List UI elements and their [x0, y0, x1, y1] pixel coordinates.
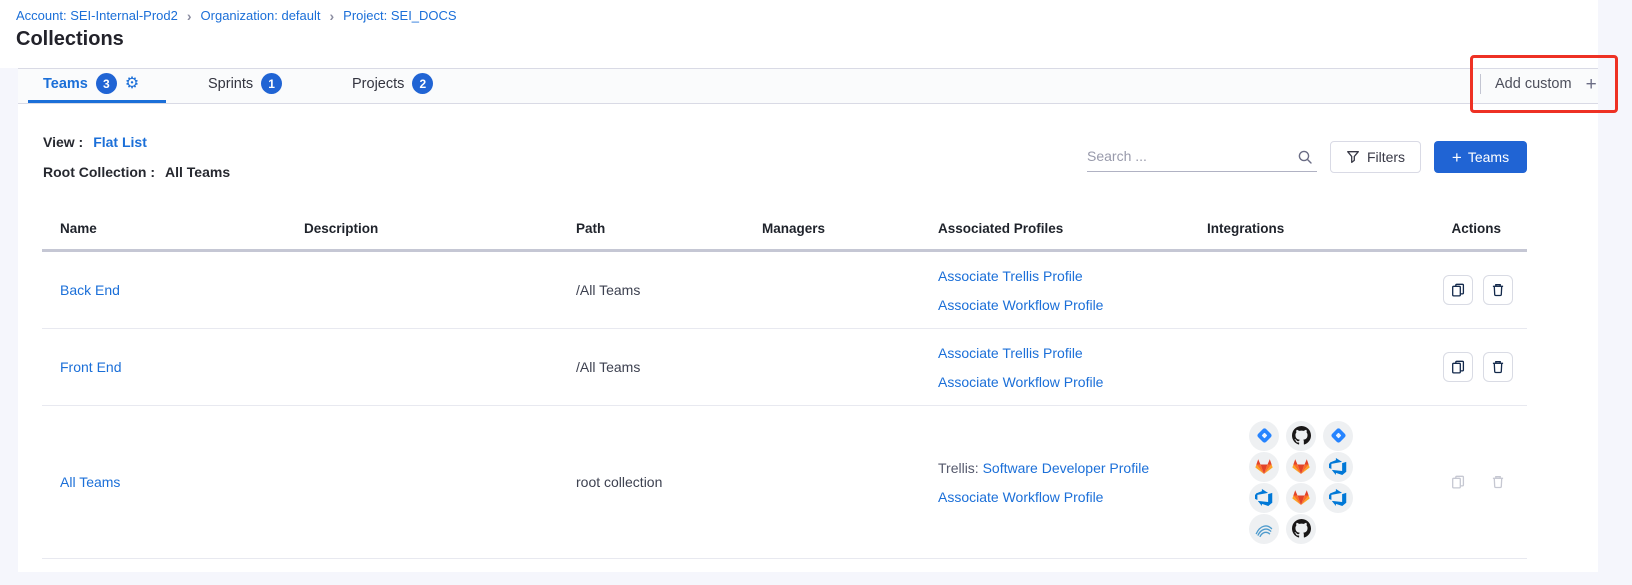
cell-path: /All Teams: [576, 252, 762, 329]
vertical-divider: [1480, 74, 1481, 94]
copy-button[interactable]: [1443, 275, 1473, 305]
tab-sprints[interactable]: Sprints 1: [208, 73, 282, 94]
delete-button[interactable]: [1483, 275, 1513, 305]
plus-icon: +: [1452, 149, 1462, 166]
cell-associated-profiles: Associate Trellis Profile Associate Work…: [938, 329, 1207, 406]
tab-projects-count-badge: 2: [412, 73, 433, 94]
breadcrumb-organization-link[interactable]: Organization: default: [201, 8, 321, 23]
azure-devops-icon: [1249, 483, 1279, 513]
cell-actions: [1437, 329, 1527, 406]
column-header-integrations: Integrations: [1207, 208, 1437, 252]
tab-projects[interactable]: Projects 2: [352, 73, 433, 94]
column-header-path: Path: [576, 208, 762, 252]
search-input[interactable]: [1087, 142, 1287, 170]
azure-devops-icon: [1323, 483, 1353, 513]
tab-teams-count-badge: 3: [96, 73, 117, 94]
root-collection-value: All Teams: [165, 164, 230, 180]
cell-associated-profiles: Trellis: Software Developer Profile Asso…: [938, 406, 1207, 559]
jira-icon: [1249, 421, 1279, 451]
collection-link-back-end[interactable]: Back End: [60, 282, 120, 298]
breadcrumb-separator: ›: [187, 9, 192, 23]
collection-link-all-teams[interactable]: All Teams: [60, 474, 120, 490]
tab-sprints-count-badge: 1: [261, 73, 282, 94]
collection-link-front-end[interactable]: Front End: [60, 359, 121, 375]
breadcrumb-separator: ›: [330, 9, 335, 23]
cell-description: [304, 252, 576, 329]
gitlab-icon: [1249, 452, 1279, 482]
associate-trellis-profile-link[interactable]: Associate Trellis Profile: [938, 268, 1083, 284]
breadcrumb-account-link[interactable]: Account: SEI-Internal-Prod2: [16, 8, 178, 23]
cell-integrations: [1207, 252, 1437, 329]
search-field: [1087, 142, 1317, 172]
add-teams-button[interactable]: + Teams: [1434, 141, 1527, 173]
tab-sprints-label: Sprints: [208, 76, 253, 92]
filters-button-label: Filters: [1367, 149, 1405, 165]
delete-button-disabled: [1483, 467, 1513, 497]
tab-teams-label: Teams: [43, 76, 88, 92]
jira-icon: [1323, 421, 1353, 451]
github-icon: [1286, 421, 1316, 451]
cell-managers: [762, 252, 938, 329]
view-label: View :: [43, 134, 83, 150]
gitlab-icon: [1286, 483, 1316, 513]
column-header-associated-profiles: Associated Profiles: [938, 208, 1207, 252]
plus-icon: +: [1586, 75, 1597, 94]
breadcrumb: Account: SEI-Internal-Prod2 › Organizati…: [16, 8, 457, 23]
column-header-name: Name: [42, 208, 304, 252]
cell-integrations: [1207, 329, 1437, 406]
filters-button[interactable]: Filters: [1330, 141, 1421, 173]
cell-name: Front End: [42, 329, 304, 406]
cell-actions: [1437, 252, 1527, 329]
cell-path: root collection: [576, 406, 762, 559]
cell-actions: [1437, 406, 1527, 559]
sonarqube-icon: [1249, 514, 1279, 544]
column-header-description: Description: [304, 208, 576, 252]
add-custom-button[interactable]: Add custom +: [1480, 74, 1597, 94]
column-header-managers: Managers: [762, 208, 938, 252]
search-icon: [1297, 149, 1313, 165]
gear-icon[interactable]: ⚙: [125, 76, 139, 92]
cell-description: [304, 406, 576, 559]
gitlab-icon: [1286, 452, 1316, 482]
copy-button[interactable]: [1443, 352, 1473, 382]
integrations-grid: [1207, 421, 1353, 544]
cell-description: [304, 329, 576, 406]
add-custom-label: Add custom: [1495, 76, 1572, 92]
software-developer-profile-link[interactable]: Software Developer Profile: [983, 460, 1150, 476]
cell-managers: [762, 329, 938, 406]
cell-managers: [762, 406, 938, 559]
add-teams-button-label: Teams: [1468, 149, 1509, 165]
cell-name: All Teams: [42, 406, 304, 559]
active-tab-underline: [28, 100, 166, 103]
associate-trellis-profile-link[interactable]: Associate Trellis Profile: [938, 345, 1083, 361]
cell-associated-profiles: Associate Trellis Profile Associate Work…: [938, 252, 1207, 329]
funnel-icon: [1346, 150, 1360, 164]
azure-devops-icon: [1323, 452, 1353, 482]
page-title: Collections: [16, 28, 124, 51]
github-icon: [1286, 514, 1316, 544]
view-settings: View : Flat List Root Collection : All T…: [43, 134, 230, 194]
breadcrumb-project-link[interactable]: Project: SEI_DOCS: [343, 8, 456, 23]
tab-teams[interactable]: Teams 3 ⚙: [43, 73, 139, 94]
associate-workflow-profile-link[interactable]: Associate Workflow Profile: [938, 297, 1103, 313]
root-collection-label: Root Collection :: [43, 164, 155, 180]
cell-path: /All Teams: [576, 329, 762, 406]
cell-name: Back End: [42, 252, 304, 329]
copy-button-disabled: [1443, 467, 1473, 497]
cell-integrations: [1207, 406, 1437, 559]
trellis-prefix-label: Trellis:: [938, 460, 979, 476]
collections-table: Name Description Path Managers Associate…: [42, 208, 1527, 559]
view-value-link[interactable]: Flat List: [93, 134, 147, 150]
associate-workflow-profile-link[interactable]: Associate Workflow Profile: [938, 489, 1103, 505]
associate-workflow-profile-link[interactable]: Associate Workflow Profile: [938, 374, 1103, 390]
column-header-actions: Actions: [1437, 208, 1527, 252]
tab-projects-label: Projects: [352, 76, 404, 92]
delete-button[interactable]: [1483, 352, 1513, 382]
